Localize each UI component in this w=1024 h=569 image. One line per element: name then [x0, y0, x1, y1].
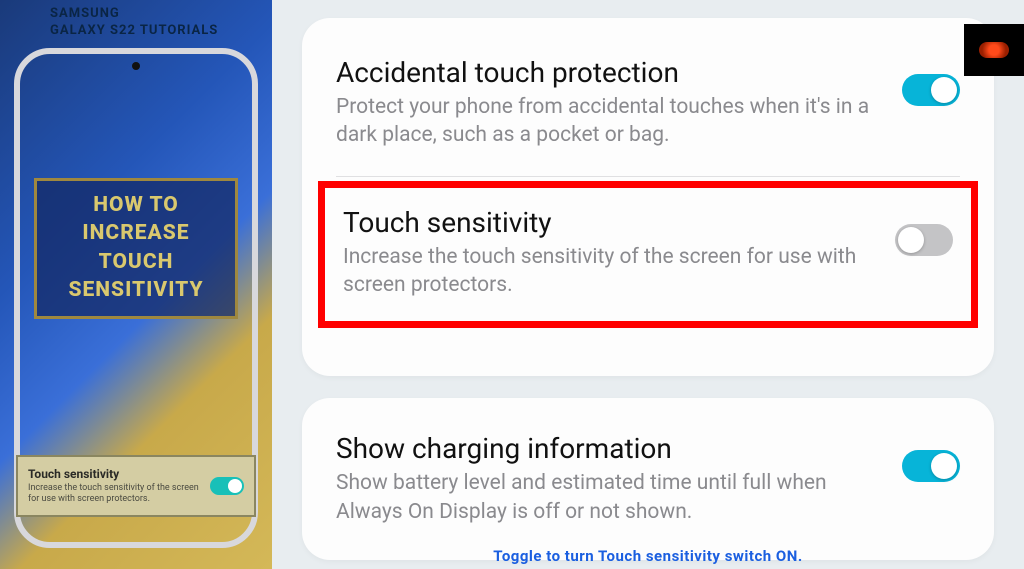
setting-accidental-touch[interactable]: Accidental touch protection Protect your…: [336, 52, 960, 176]
title-line2: INCREASE: [45, 219, 227, 247]
setting-charging-info[interactable]: Show charging information Show battery l…: [336, 428, 960, 552]
setting-touch-sensitivity[interactable]: Touch sensitivity Increase the touch sen…: [318, 181, 978, 329]
divider: [336, 176, 960, 177]
settings-card-2: Show charging information Show battery l…: [302, 398, 994, 560]
touch-sensitivity-toggle[interactable]: [895, 224, 953, 256]
settings-card-1: Accidental touch protection Protect your…: [302, 18, 994, 376]
setting-text: Accidental touch protection Protect your…: [336, 56, 882, 150]
setting-text: Touch sensitivity Increase the touch sen…: [343, 206, 875, 300]
setting-title: Touch sensitivity: [343, 206, 875, 239]
title-line1: HOW TO: [45, 191, 227, 219]
brand-line1: SAMSUNG: [50, 6, 218, 23]
setting-desc: Protect your phone from accidental touch…: [336, 93, 882, 150]
setting-desc: Show battery level and estimated time un…: [336, 469, 882, 526]
brand-line2: GALAXY S22 TUTORIALS: [50, 23, 218, 40]
mini-preview-card: Touch sensitivity Increase the touch sen…: [16, 455, 256, 517]
setting-desc: Increase the touch sensitivity of the sc…: [343, 243, 875, 300]
phone-notch: [132, 62, 140, 70]
mini-title: Touch sensitivity: [28, 467, 202, 481]
brand-header: SAMSUNG GALAXY S22 TUTORIALS: [50, 6, 218, 40]
title-line4: SENSITIVITY: [45, 276, 227, 304]
mini-text: Touch sensitivity Increase the touch sen…: [28, 467, 202, 506]
tutorial-title-box: HOW TO INCREASE TOUCH SENSITIVITY: [34, 178, 238, 319]
corner-badge: [964, 24, 1024, 76]
settings-panel: Accidental touch protection Protect your…: [272, 0, 1024, 569]
instruction-caption: Toggle to turn Touch sensitivity switch …: [493, 547, 802, 565]
setting-text: Show charging information Show battery l…: [336, 432, 882, 526]
charging-info-toggle[interactable]: [902, 450, 960, 482]
mini-desc: Increase the touch sensitivity of the sc…: [28, 483, 202, 506]
title-line3: TOUCH: [45, 248, 227, 276]
setting-title: Accidental touch protection: [336, 56, 882, 89]
setting-title: Show charging information: [336, 432, 882, 465]
accidental-touch-toggle[interactable]: [902, 74, 960, 106]
tutorial-sidebar: SAMSUNG GALAXY S22 TUTORIALS HOW TO INCR…: [0, 0, 272, 569]
mini-toggle-on-icon: [210, 477, 244, 495]
